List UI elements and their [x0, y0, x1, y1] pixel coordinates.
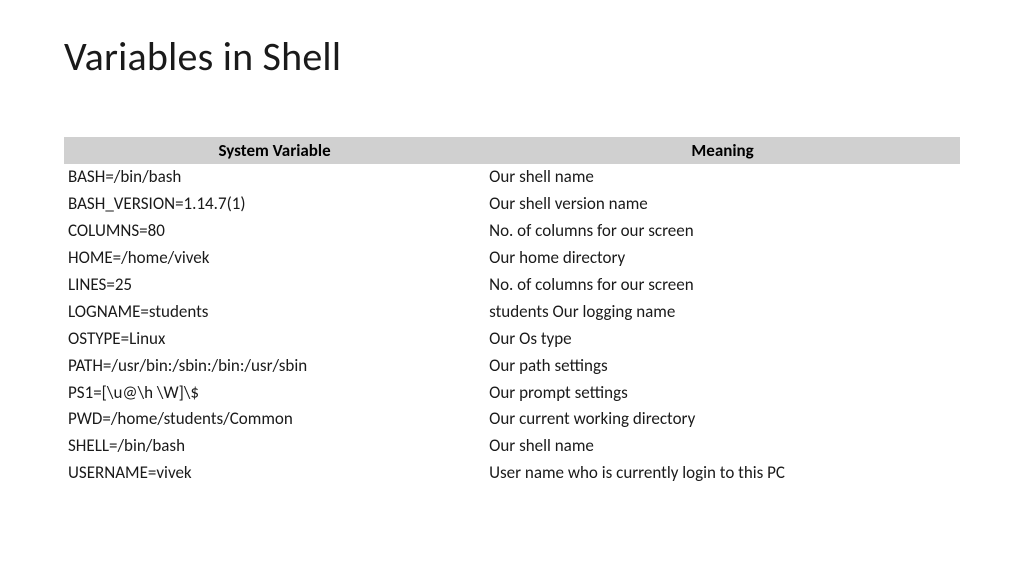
slide-title: Variables in Shell: [64, 32, 960, 81]
table-row: BASH=/bin/bashOur shell name: [64, 164, 960, 191]
cell-var: LINES=25: [64, 272, 485, 299]
cell-var: HOME=/home/vivek: [64, 245, 485, 272]
cell-meaning: Our shell version name: [485, 191, 960, 218]
cell-meaning: Our shell name: [485, 433, 960, 460]
cell-meaning: No. of columns for our screen: [485, 218, 960, 245]
cell-meaning: Our shell name: [485, 164, 960, 191]
variables-table: System Variable Meaning BASH=/bin/bashOu…: [64, 137, 960, 487]
table-body: BASH=/bin/bashOur shell name BASH_VERSIO…: [64, 164, 960, 487]
table-row: LINES=25No. of columns for our screen: [64, 272, 960, 299]
table-row: SHELL=/bin/bashOur shell name: [64, 433, 960, 460]
cell-var: PS1=[\u@\h \W]\$: [64, 380, 485, 407]
table-row: BASH_VERSION=1.14.7(1)Our shell version …: [64, 191, 960, 218]
cell-meaning: User name who is currently login to this…: [485, 460, 960, 487]
cell-meaning: Our prompt settings: [485, 380, 960, 407]
cell-meaning: Our Os type: [485, 326, 960, 353]
cell-var: LOGNAME=students: [64, 299, 485, 326]
table-row: PATH=/usr/bin:/sbin:/bin:/usr/sbinOur pa…: [64, 353, 960, 380]
table-row: PWD=/home/students/CommonOur current wor…: [64, 406, 960, 433]
table-row: PS1=[\u@\h \W]\$Our prompt settings: [64, 380, 960, 407]
header-meaning: Meaning: [485, 137, 960, 164]
table-row: HOME=/home/vivekOur home directory: [64, 245, 960, 272]
table-row: LOGNAME=studentsstudents Our logging nam…: [64, 299, 960, 326]
cell-var: OSTYPE=Linux: [64, 326, 485, 353]
cell-meaning: No. of columns for our screen: [485, 272, 960, 299]
table-row: OSTYPE=LinuxOur Os type: [64, 326, 960, 353]
cell-var: USERNAME=vivek: [64, 460, 485, 487]
cell-var: COLUMNS=80: [64, 218, 485, 245]
cell-var: SHELL=/bin/bash: [64, 433, 485, 460]
cell-meaning: students Our logging name: [485, 299, 960, 326]
cell-meaning: Our home directory: [485, 245, 960, 272]
header-system-variable: System Variable: [64, 137, 485, 164]
table-row: USERNAME=vivekUser name who is currently…: [64, 460, 960, 487]
cell-meaning: Our path settings: [485, 353, 960, 380]
table-row: COLUMNS=80No. of columns for our screen: [64, 218, 960, 245]
cell-var: PWD=/home/students/Common: [64, 406, 485, 433]
cell-var: BASH_VERSION=1.14.7(1): [64, 191, 485, 218]
cell-var: BASH=/bin/bash: [64, 164, 485, 191]
cell-var: PATH=/usr/bin:/sbin:/bin:/usr/sbin: [64, 353, 485, 380]
cell-meaning: Our current working directory: [485, 406, 960, 433]
